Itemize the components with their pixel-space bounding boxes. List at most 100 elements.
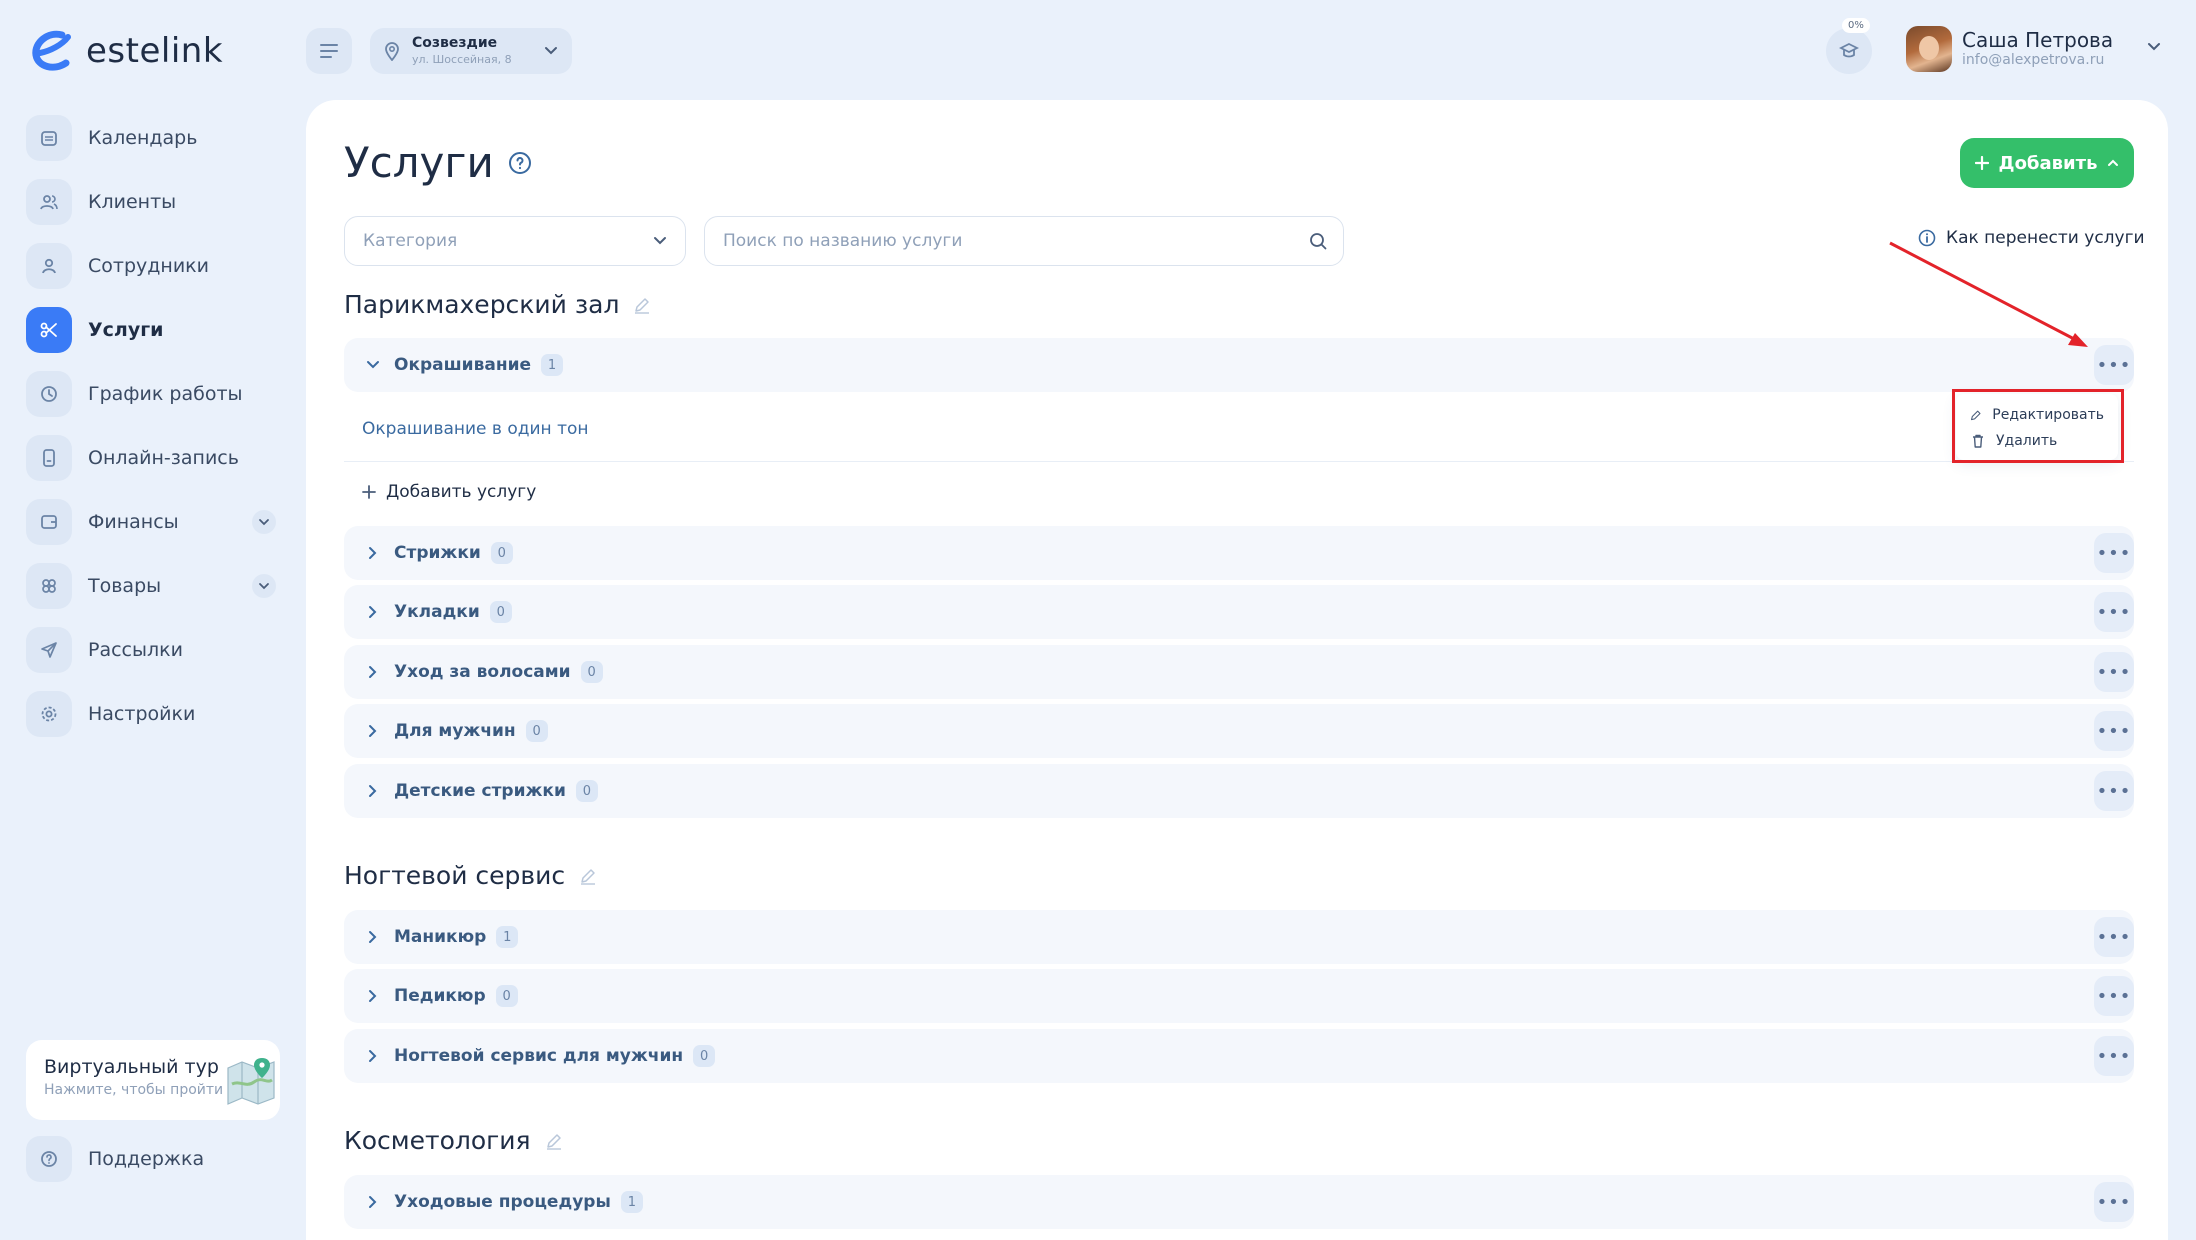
category-row[interactable]: Маникюр 1 ••• bbox=[344, 910, 2134, 964]
chevron-right-icon[interactable] bbox=[368, 1195, 378, 1209]
category-count-badge: 1 bbox=[541, 354, 564, 376]
sidebar-item-calendar[interactable]: Календарь bbox=[26, 114, 282, 162]
edit-pencil-icon[interactable] bbox=[579, 867, 597, 885]
sidebar-item-finance[interactable]: Финансы bbox=[26, 498, 282, 546]
category-row[interactable]: Укладки 0 ••• bbox=[344, 585, 2134, 639]
chevron-right-icon[interactable] bbox=[368, 784, 378, 798]
page-title: Услуги bbox=[344, 138, 532, 187]
category-more-button[interactable]: ••• bbox=[2094, 345, 2134, 385]
category-row[interactable]: Детские стрижки 0 ••• bbox=[344, 764, 2134, 818]
chevron-down-icon[interactable] bbox=[366, 360, 380, 370]
clients-icon bbox=[26, 179, 72, 225]
chevron-right-icon[interactable] bbox=[368, 724, 378, 738]
category-select[interactable]: Категория bbox=[344, 216, 686, 266]
sidebar-item-products[interactable]: Товары bbox=[26, 562, 282, 610]
edit-pencil-icon[interactable] bbox=[545, 1132, 563, 1150]
scissors-icon bbox=[26, 307, 72, 353]
service-row[interactable]: Окрашивание в один тон bbox=[344, 396, 2134, 462]
category-more-button[interactable]: ••• bbox=[2094, 592, 2134, 632]
expand-chevron[interactable] bbox=[252, 574, 276, 598]
category-row[interactable]: Педикюр 0 ••• bbox=[344, 969, 2134, 1023]
category-count-badge: 0 bbox=[489, 601, 512, 623]
category-more-button[interactable]: ••• bbox=[2094, 1036, 2134, 1076]
category-row[interactable]: Уходовые процедуры 1 ••• bbox=[344, 1175, 2134, 1229]
phone-icon bbox=[26, 435, 72, 481]
help-icon bbox=[26, 1136, 72, 1182]
category-row[interactable]: Ногтевой сервис для мужчин 0 ••• bbox=[344, 1029, 2134, 1083]
info-icon bbox=[1918, 229, 1936, 247]
howto-transfer-link[interactable]: Как перенести услуги bbox=[1918, 228, 2145, 248]
gear-icon bbox=[26, 691, 72, 737]
user-profile[interactable]: Саша Петрова info@alexpetrova.ru bbox=[1906, 26, 2113, 72]
category-more-button[interactable]: ••• bbox=[2094, 1182, 2134, 1222]
chevron-right-icon[interactable] bbox=[368, 1049, 378, 1063]
category-count-badge: 1 bbox=[620, 1191, 643, 1213]
sidebar-item-services[interactable]: Услуги bbox=[26, 306, 282, 354]
more-dots-icon: ••• bbox=[2096, 661, 2132, 683]
category-name: Уходовые процедуры bbox=[394, 1192, 611, 1212]
search-icon[interactable] bbox=[1309, 232, 1327, 250]
sidebar-item-mailings[interactable]: Рассылки bbox=[26, 626, 282, 674]
menu-toggle-button[interactable] bbox=[306, 28, 352, 74]
brand-name: estelink bbox=[86, 31, 224, 71]
location-selector[interactable]: Созвездие ул. Шоссейная, 8 bbox=[370, 28, 572, 74]
category-more-button[interactable]: ••• bbox=[2094, 976, 2134, 1016]
section-title: Ногтевой сервис bbox=[344, 861, 597, 890]
sidebar-item-label: Онлайн-запись bbox=[88, 447, 239, 469]
chevron-right-icon[interactable] bbox=[368, 546, 378, 560]
chevron-down-icon bbox=[2148, 43, 2160, 51]
service-search[interactable] bbox=[704, 216, 1344, 266]
more-dots-icon: ••• bbox=[2096, 601, 2132, 623]
sidebar-item-label: Услуги bbox=[88, 319, 164, 341]
add-button[interactable]: Добавить bbox=[1960, 138, 2134, 188]
sidebar-item-clients[interactable]: Клиенты bbox=[26, 178, 282, 226]
chevron-right-icon[interactable] bbox=[368, 605, 378, 619]
chevron-right-icon[interactable] bbox=[368, 989, 378, 1003]
category-count-badge: 0 bbox=[495, 985, 518, 1007]
category-name: Ногтевой сервис для мужчин bbox=[394, 1046, 684, 1066]
user-email: info@alexpetrova.ru bbox=[1962, 52, 2105, 69]
category-more-button[interactable]: ••• bbox=[2094, 533, 2134, 573]
sidebar-item-online-booking[interactable]: Онлайн-запись bbox=[26, 434, 282, 482]
chevron-down-icon bbox=[654, 237, 666, 245]
user-menu-chevron[interactable] bbox=[2146, 38, 2162, 57]
user-name: Саша Петрова bbox=[1962, 28, 2114, 53]
add-service-button[interactable]: Добавить услугу bbox=[362, 482, 536, 502]
expand-chevron[interactable] bbox=[252, 510, 276, 534]
sidebar-item-label: График работы bbox=[88, 383, 243, 405]
category-name: Детские стрижки bbox=[394, 781, 566, 801]
virtual-tour-card[interactable]: Виртуальный тур Нажмите, чтобы пройти bbox=[26, 1040, 280, 1120]
category-name: Укладки bbox=[394, 602, 480, 622]
category-row[interactable]: Окрашивание 1 ••• bbox=[344, 338, 2134, 392]
sidebar-item-settings[interactable]: Настройки bbox=[26, 690, 282, 738]
category-more-button[interactable]: ••• bbox=[2094, 711, 2134, 751]
category-name: Окрашивание bbox=[394, 355, 532, 375]
avatar bbox=[1906, 26, 1952, 72]
sidebar-item-support[interactable]: Поддержка bbox=[26, 1136, 204, 1182]
chevron-right-icon[interactable] bbox=[368, 665, 378, 679]
sidebar-item-schedule[interactable]: График работы bbox=[26, 370, 282, 418]
brand-logo[interactable]: estelink bbox=[28, 26, 223, 76]
sidebar-item-employees[interactable]: Сотрудники bbox=[26, 242, 282, 290]
more-dots-icon: ••• bbox=[2096, 1191, 2132, 1213]
category-more-button[interactable]: ••• bbox=[2094, 652, 2134, 692]
onboarding-progress-button[interactable] bbox=[1826, 28, 1872, 74]
edit-pencil-icon[interactable] bbox=[633, 296, 651, 314]
search-input[interactable] bbox=[721, 230, 1309, 252]
service-name: Окрашивание в один тон bbox=[362, 418, 589, 439]
section-title: Парикмахерский зал bbox=[344, 290, 651, 319]
category-row[interactable]: Стрижки 0 ••• bbox=[344, 526, 2134, 580]
question-circle-icon[interactable] bbox=[508, 151, 532, 175]
category-row[interactable]: Для мужчин 0 ••• bbox=[344, 704, 2134, 758]
chevron-up-icon bbox=[2108, 159, 2119, 166]
chevron-right-icon[interactable] bbox=[368, 930, 378, 944]
category-more-button[interactable]: ••• bbox=[2094, 917, 2134, 957]
chevron-down-icon bbox=[259, 583, 269, 590]
chevron-down-icon bbox=[259, 519, 269, 526]
plus-icon bbox=[362, 485, 376, 499]
category-more-button[interactable]: ••• bbox=[2094, 771, 2134, 811]
howto-link-label: Как перенести услуги bbox=[1946, 228, 2145, 248]
category-row[interactable]: Уход за волосами 0 ••• bbox=[344, 645, 2134, 699]
sidebar-item-label: Рассылки bbox=[88, 639, 183, 661]
graduation-cap-icon bbox=[1839, 42, 1859, 58]
